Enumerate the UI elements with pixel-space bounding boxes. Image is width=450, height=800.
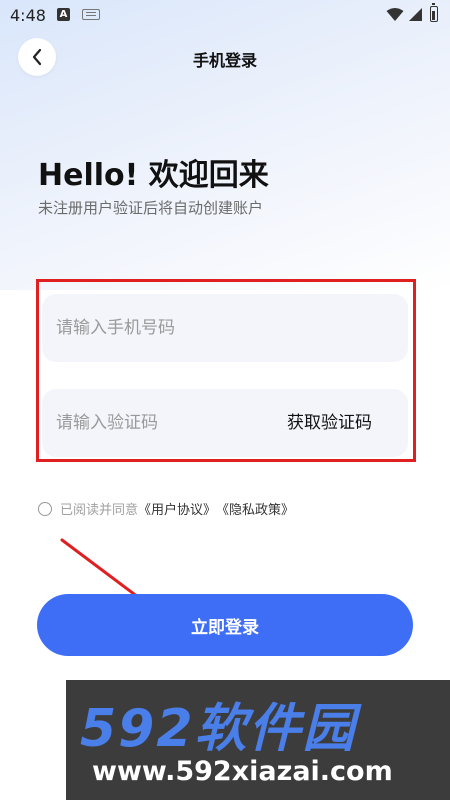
login-button[interactable]: 立即登录 <box>37 594 413 656</box>
watermark-banner: 592软件园 www.592xiazai.com <box>66 680 450 800</box>
watermark-brand: 592软件园 <box>80 699 357 759</box>
watermark-url: www.592xiazai.com <box>92 756 393 787</box>
